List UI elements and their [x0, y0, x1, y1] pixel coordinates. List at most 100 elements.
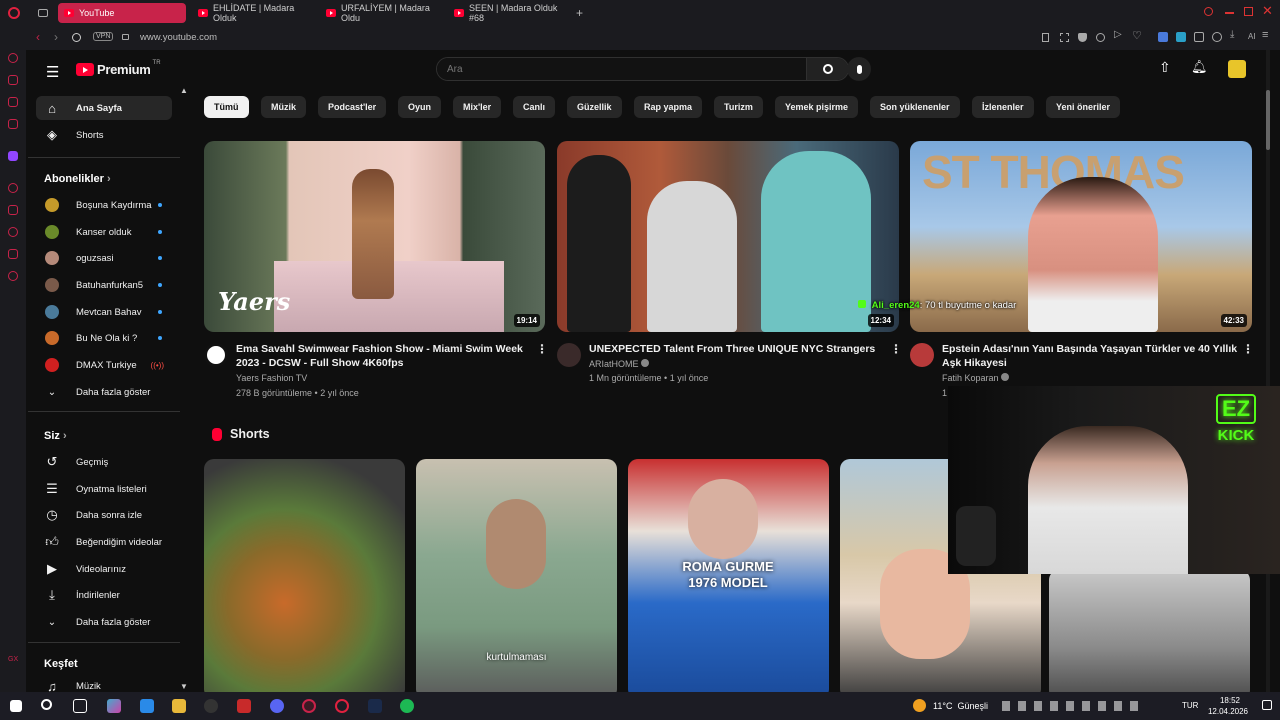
- windows-start-icon[interactable]: [10, 700, 22, 712]
- chip-11[interactable]: Son yüklenenler: [870, 96, 960, 118]
- short-thumbnail[interactable]: ROMA GURME 1976 MODEL: [628, 459, 829, 692]
- vpn-badge[interactable]: VPN: [93, 32, 114, 41]
- file-explorer-icon[interactable]: [172, 699, 186, 713]
- sidebar-sub-bosuna-kaydirma[interactable]: Boşuna Kaydırma: [36, 193, 172, 217]
- back-button[interactable]: ‹: [36, 30, 40, 44]
- notifications-bell-icon[interactable]: 🔔︎: [1191, 59, 1208, 75]
- short-thumbnail[interactable]: kurtulmaması: [416, 459, 617, 692]
- chip-13[interactable]: Yeni öneriler: [1046, 96, 1121, 118]
- ai-button[interactable]: AI: [1248, 32, 1256, 41]
- extensions-side-icon[interactable]: [8, 249, 18, 259]
- chip-10[interactable]: Yemek pişirme: [775, 96, 859, 118]
- sidebar-item-history[interactable]: ↺ Geçmiş: [36, 450, 172, 474]
- hamburger-menu-icon[interactable]: ☰: [46, 63, 59, 81]
- copilot-icon[interactable]: [107, 699, 121, 713]
- upload-icon[interactable]: ⇧: [1159, 59, 1171, 76]
- youtube-logo[interactable]: Premium TR: [76, 60, 161, 77]
- notifications-icon[interactable]: [1262, 700, 1272, 710]
- download-icon[interactable]: ⤓: [1230, 29, 1234, 40]
- channel-name[interactable]: Fatih Koparan: [942, 373, 1010, 383]
- weather-text[interactable]: 11°C Güneşli: [933, 701, 988, 711]
- minimize-button[interactable]: [1225, 12, 1234, 14]
- clock-date[interactable]: 12.04.2026: [1200, 707, 1256, 716]
- more-actions-icon[interactable]: ⋮: [890, 342, 902, 356]
- chip-1[interactable]: Tümü: [204, 96, 249, 118]
- extension-icon[interactable]: [1176, 32, 1186, 42]
- sidebar-item-home[interactable]: ⌂ Ana Sayfa: [36, 96, 172, 120]
- heart-icon[interactable]: ♡: [1132, 29, 1142, 42]
- you-heading[interactable]: Siz ›: [44, 430, 67, 442]
- wallet-icon[interactable]: [1212, 32, 1222, 42]
- video-thumbnail[interactable]: Yaers 19:14: [204, 141, 545, 332]
- spotify-icon[interactable]: [400, 699, 414, 713]
- task-view-icon[interactable]: [73, 699, 87, 713]
- channel-name[interactable]: ARIatHOME: [589, 359, 650, 369]
- maximize-button[interactable]: [1244, 7, 1253, 16]
- ai-tools-icon[interactable]: [8, 75, 18, 85]
- weather-icon[interactable]: [913, 699, 926, 712]
- video-title[interactable]: Ema Savahl Swimwear Fashion Show - Miami…: [236, 342, 528, 370]
- show-more-you[interactable]: ⌄ Daha fazla göster: [36, 610, 172, 634]
- page-scrollbar[interactable]: [1266, 50, 1270, 692]
- sidebar-sub-mevtcan-bahav[interactable]: Mevtcan Bahav: [36, 300, 172, 324]
- easy-setup-icon[interactable]: [1096, 33, 1105, 42]
- tab-youtube[interactable]: YouTube: [58, 3, 186, 23]
- sidebar-sub-batuhanfurkan5[interactable]: Batuhanfurkan5: [36, 273, 172, 297]
- sidebar-sub-oguzsasi[interactable]: oguzsasi: [36, 246, 172, 270]
- sidebar-item-watch-later[interactable]: ◷ Daha sonra izle: [36, 503, 172, 527]
- clock-time[interactable]: 18:52: [1210, 696, 1250, 705]
- adblock-icon[interactable]: [1078, 33, 1087, 42]
- opera-logo-icon[interactable]: [8, 7, 20, 19]
- chip-12[interactable]: İzlenenler: [972, 96, 1034, 118]
- more-side-icon[interactable]: GX: [8, 656, 18, 663]
- channel-name[interactable]: Yaers Fashion TV: [236, 373, 307, 383]
- video-thumbnail[interactable]: 12:34: [557, 141, 899, 332]
- subscriptions-heading[interactable]: Abonelikler ›: [44, 173, 111, 185]
- sidebar-item-liked-videos[interactable]: 👍︎ Beğendiğim videolar: [36, 530, 172, 554]
- sidebar-item-playlists[interactable]: ☰ Oynatma listeleri: [36, 477, 172, 501]
- discord-icon[interactable]: [270, 699, 284, 713]
- sidebar-item-your-videos[interactable]: ▶ Videolarınız: [36, 557, 172, 581]
- play-icon[interactable]: ▷: [1114, 29, 1122, 40]
- forward-button[interactable]: ›: [54, 30, 58, 44]
- chip-5[interactable]: Mix'ler: [453, 96, 502, 118]
- channel-avatar[interactable]: [910, 343, 934, 367]
- chip-3[interactable]: Podcast'ler: [318, 96, 387, 118]
- opera-icon[interactable]: [335, 699, 349, 713]
- language-indicator[interactable]: TUR: [1182, 701, 1198, 710]
- channel-avatar[interactable]: [204, 343, 228, 367]
- sidebar-item-downloads[interactable]: ⤓ İndirilenler: [36, 583, 172, 607]
- sidebar-sub-kanser-olduk[interactable]: Kanser olduk: [36, 220, 172, 244]
- tab-seen[interactable]: SEEN | Madara Olduk #68: [448, 3, 570, 23]
- tab-ehlidate[interactable]: EHLİDATE | Madara Olduk: [192, 3, 314, 23]
- search-input[interactable]: [437, 58, 806, 80]
- more-actions-icon[interactable]: ⋮: [536, 342, 548, 356]
- player-icon[interactable]: [8, 183, 18, 193]
- sidebar-collapse-arrow[interactable]: ▲: [180, 86, 188, 95]
- scrollbar-thumb[interactable]: [1266, 90, 1270, 150]
- translate-icon[interactable]: [1158, 32, 1168, 42]
- search-icon[interactable]: [41, 699, 52, 710]
- twitch-icon[interactable]: [8, 151, 18, 161]
- search-button[interactable]: [806, 58, 848, 80]
- app-icon[interactable]: [140, 699, 154, 713]
- tab-urfaliyem[interactable]: URFALİYEM | Madara Oldu: [320, 3, 442, 23]
- chip-9[interactable]: Turizm: [714, 96, 763, 118]
- system-tray[interactable]: [1002, 701, 1142, 711]
- sidebar-sub-bu-ne-ola-ki[interactable]: Bu Ne Ola ki ?: [36, 326, 172, 350]
- show-more-subscriptions[interactable]: ⌄ Daha fazla göster: [36, 380, 172, 404]
- bookmark-icon[interactable]: [1042, 33, 1049, 42]
- new-tab-button[interactable]: +: [576, 6, 583, 20]
- channel-avatar[interactable]: [557, 343, 581, 367]
- pinboard-icon[interactable]: [8, 205, 18, 215]
- lock-icon[interactable]: [122, 34, 129, 40]
- app-icon[interactable]: [204, 699, 218, 713]
- chip-7[interactable]: Güzellik: [567, 96, 622, 118]
- short-thumbnail[interactable]: [1049, 570, 1250, 692]
- app-icon[interactable]: [237, 699, 251, 713]
- sidebar-item-music[interactable]: ♫ Müzik: [36, 674, 172, 693]
- short-thumbnail[interactable]: [204, 459, 405, 692]
- snapshot-icon[interactable]: [1060, 33, 1069, 42]
- opera-gx-icon[interactable]: [302, 699, 316, 713]
- sidebar-item-shorts[interactable]: ◈ Shorts: [36, 123, 172, 147]
